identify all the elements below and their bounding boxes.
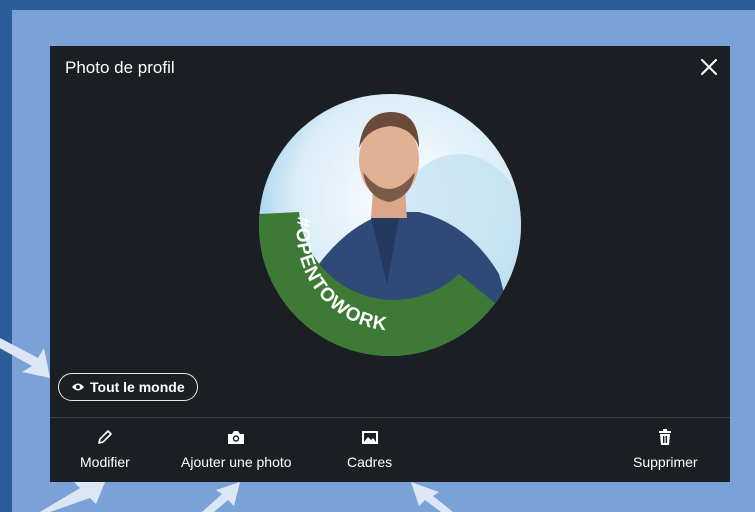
delete-label: Supprimer <box>633 454 698 470</box>
profile-photo-image: #OPENTOWORK <box>259 94 521 356</box>
frames-label: Cadres <box>347 454 393 470</box>
profile-photo: #OPENTOWORK <box>259 94 521 356</box>
pencil-icon <box>98 430 112 444</box>
visibility-button[interactable]: Tout le monde <box>58 373 198 401</box>
trash-icon <box>659 429 672 445</box>
delete-button[interactable]: Supprimer <box>633 426 698 470</box>
image-icon <box>361 430 378 444</box>
annotation-arrow-modify <box>40 480 106 512</box>
divider <box>50 417 730 418</box>
add-photo-label: Ajouter une photo <box>181 454 292 470</box>
profile-photo-dialog: Photo de profil #OPENTOWORK Tout le mond… <box>50 46 730 482</box>
modify-button[interactable]: Modifier <box>80 426 130 470</box>
close-icon <box>701 59 717 75</box>
visibility-label: Tout le monde <box>90 379 185 395</box>
modify-label: Modifier <box>80 454 130 470</box>
annotation-arrow-add-photo <box>202 482 240 512</box>
add-photo-button[interactable]: Ajouter une photo <box>181 426 292 470</box>
dialog-title: Photo de profil <box>65 58 175 77</box>
annotation-arrow-frames <box>411 482 453 512</box>
frames-button[interactable]: Cadres <box>347 426 392 470</box>
eye-icon <box>72 383 84 391</box>
close-button[interactable] <box>698 56 720 78</box>
camera-icon <box>228 430 245 444</box>
